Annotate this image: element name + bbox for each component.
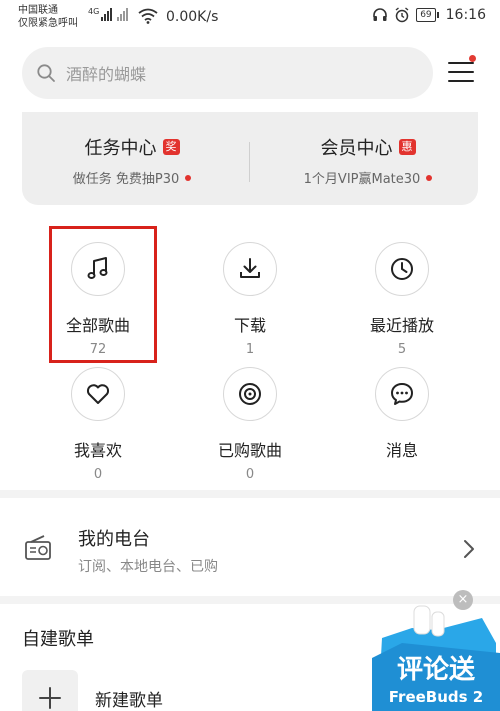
status-bar: 中国联通 仅限紧急呼叫 4G 0.00K/s 69 16:16 — [0, 0, 500, 34]
battery-icon: 69 — [416, 8, 440, 22]
network-type: 4G — [88, 7, 100, 16]
task-center-subtitle: 做任务 免费抽P30 — [72, 172, 180, 187]
search-placeholder: 酒醉的蝴蝶 — [66, 65, 147, 84]
disc-icon — [239, 383, 261, 405]
signal-icon: 4G — [88, 7, 129, 21]
grid-count: 1 — [245, 342, 255, 357]
vip-discount-badge: 惠 — [398, 139, 416, 155]
ad-headline: 评论送 — [397, 655, 475, 685]
grid-item-download[interactable]: 下载 1 — [185, 242, 315, 357]
menu-icon[interactable] — [448, 62, 474, 82]
grid-label: 我喜欢 — [73, 441, 122, 460]
task-center-button[interactable]: 任务中心 奖 做任务 免费抽P30 — [22, 134, 242, 187]
vip-center-button[interactable]: 会员中心 惠 1个月VIP赢Mate30 — [258, 134, 478, 187]
recent-circle — [375, 242, 429, 296]
status-icons: 69 16:16 — [372, 7, 486, 23]
carrier-info: 中国联通 仅限紧急呼叫 — [18, 4, 78, 30]
new-playlist-button[interactable] — [22, 670, 78, 711]
clock-icon — [391, 258, 413, 280]
favorites-circle — [71, 367, 125, 421]
download-circle — [223, 242, 277, 296]
task-center-title: 任务中心 — [84, 138, 157, 159]
heart-icon — [86, 384, 110, 404]
radio-icon — [25, 535, 51, 560]
carrier-status: 仅限紧急呼叫 — [18, 18, 78, 29]
grid-item-recent[interactable]: 最近播放 5 — [337, 242, 467, 357]
grid-count: 0 — [93, 467, 103, 482]
purchased-circle — [223, 367, 277, 421]
radio-subtitle: 订阅、本地电台、已购 — [78, 559, 218, 575]
my-radio-row[interactable]: 我的电台 订阅、本地电台、已购 — [0, 508, 500, 592]
red-dot-icon — [426, 174, 433, 181]
clock-time: 16:16 — [445, 7, 486, 23]
wifi-icon — [138, 8, 158, 24]
grid-label: 已购歌曲 — [217, 441, 282, 460]
grid-label: 下载 — [233, 316, 266, 335]
grid-label: 最近播放 — [369, 316, 434, 335]
ad-product: FreeBuds 2 — [389, 688, 483, 706]
section-divider — [0, 490, 500, 498]
network-speed: 0.00K/s — [166, 9, 219, 25]
plus-icon — [39, 687, 61, 709]
chat-icon — [391, 383, 413, 405]
promo-divider — [249, 142, 250, 182]
task-reward-badge: 奖 — [162, 139, 180, 155]
download-icon — [240, 258, 260, 278]
red-dot-icon — [185, 174, 192, 181]
grid-count: 5 — [397, 342, 407, 357]
notification-dot — [469, 55, 476, 62]
selection-highlight-box — [49, 226, 157, 363]
freebuds-ad-banner[interactable]: 评论送 FreeBuds 2 — [372, 598, 500, 711]
vip-center-subtitle: 1个月VIP赢Mate30 — [303, 172, 421, 187]
headphones-icon — [373, 8, 387, 21]
my-playlists-title: 自建歌单 — [22, 629, 94, 650]
messages-circle — [375, 367, 429, 421]
promo-banner: 任务中心 奖 做任务 免费抽P30 会员中心 惠 1个月VIP赢Mate30 — [22, 112, 478, 205]
carrier-name: 中国联通 — [18, 5, 58, 16]
grid-item-favorites[interactable]: 我喜欢 0 — [33, 367, 163, 482]
search-icon — [37, 64, 55, 82]
radio-title: 我的电台 — [78, 529, 150, 550]
grid-count: 0 — [245, 467, 255, 482]
grid-item-purchased[interactable]: 已购歌曲 0 — [185, 367, 315, 482]
close-icon[interactable]: × — [453, 590, 473, 610]
grid-item-messages[interactable]: 消息 — [337, 367, 467, 467]
alarm-icon — [395, 7, 409, 23]
new-playlist-label[interactable]: 新建歌单 — [95, 686, 163, 711]
grid-label: 消息 — [385, 441, 418, 460]
vip-center-title: 会员中心 — [320, 138, 393, 159]
chevron-right-icon — [464, 540, 474, 558]
search-bar[interactable]: 酒醉的蝴蝶 — [22, 47, 433, 99]
